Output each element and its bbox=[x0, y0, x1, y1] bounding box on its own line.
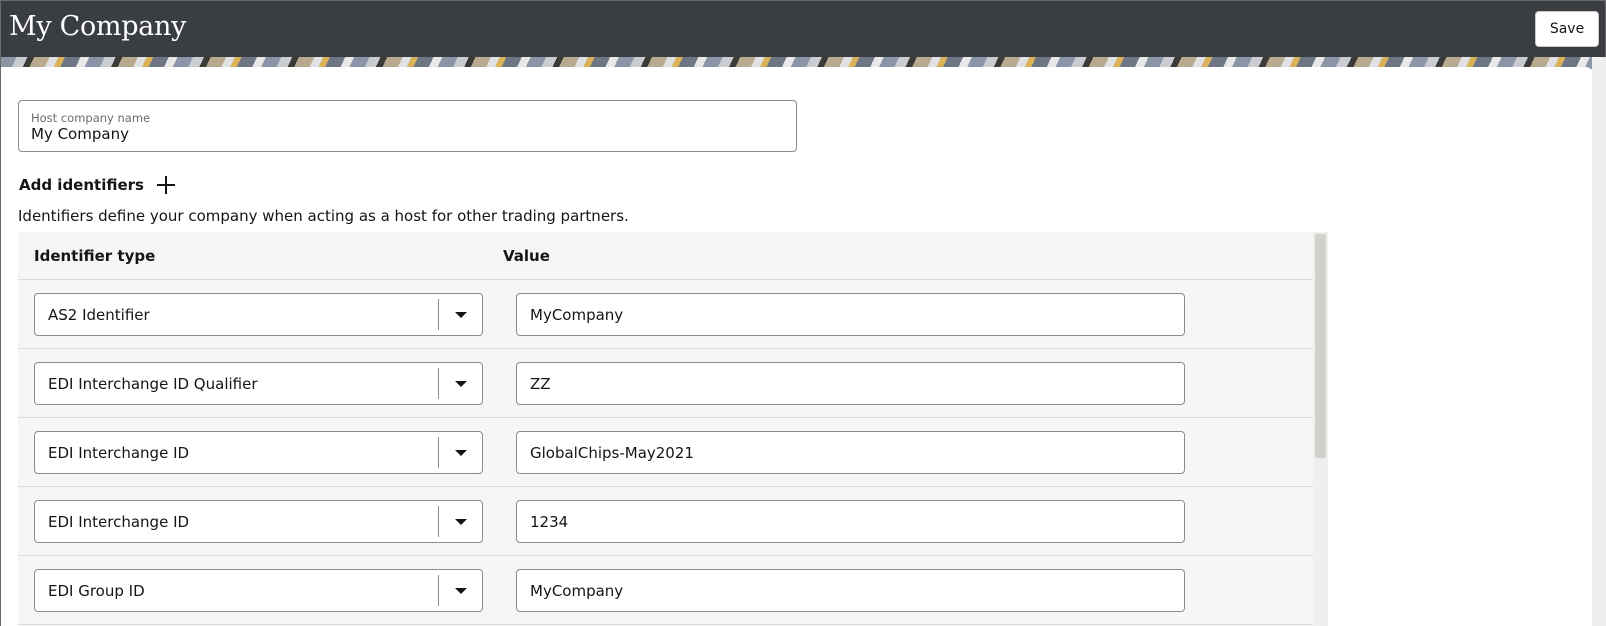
chevron-down-icon[interactable] bbox=[455, 312, 467, 318]
identifier-value-input[interactable]: GlobalChips-May2021 bbox=[516, 431, 1185, 474]
table-row: EDI Interchange ID 1234 bbox=[18, 487, 1313, 556]
identifier-value-text: MyCompany bbox=[530, 306, 624, 324]
identifier-type-value: EDI Group ID bbox=[48, 582, 145, 600]
identifiers-table: Identifier type Value AS2 Identifier MyC… bbox=[18, 232, 1328, 626]
app-header: My Company Save bbox=[1, 1, 1605, 57]
add-identifiers-row: Add identifiers bbox=[19, 173, 176, 197]
table-row: AS2 Identifier MyCompany bbox=[18, 280, 1313, 349]
identifier-type-select[interactable]: EDI Interchange ID bbox=[34, 500, 483, 543]
identifiers-description: Identifiers define your company when act… bbox=[18, 207, 629, 225]
table-row: EDI Interchange ID Qualifier ZZ bbox=[18, 349, 1313, 418]
identifier-type-value: EDI Interchange ID bbox=[48, 513, 190, 531]
table-header: Identifier type Value bbox=[18, 232, 1313, 280]
host-company-name-field[interactable]: Host company name My Company bbox=[18, 100, 797, 152]
identifier-value-text: 1234 bbox=[530, 513, 569, 531]
identifier-value-input[interactable]: 1234 bbox=[516, 500, 1185, 543]
select-divider bbox=[438, 575, 439, 606]
chevron-down-icon[interactable] bbox=[455, 381, 467, 387]
identifier-type-select[interactable]: EDI Group ID bbox=[34, 569, 483, 612]
identifier-value-input[interactable]: MyCompany bbox=[516, 569, 1185, 612]
identifier-value-text: MyCompany bbox=[530, 582, 624, 600]
add-identifiers-label: Add identifiers bbox=[19, 176, 144, 194]
identifier-value-input[interactable]: MyCompany bbox=[516, 293, 1185, 336]
identifier-type-value: EDI Interchange ID bbox=[48, 444, 190, 462]
identifier-type-value: EDI Interchange ID Qualifier bbox=[48, 375, 258, 393]
column-header-identifier-type: Identifier type bbox=[34, 247, 156, 265]
identifier-type-select[interactable]: EDI Interchange ID bbox=[34, 431, 483, 474]
table-row: EDI Interchange ID GlobalChips-May2021 bbox=[18, 418, 1313, 487]
select-divider bbox=[438, 437, 439, 468]
select-divider bbox=[438, 299, 439, 330]
save-button[interactable]: Save bbox=[1535, 11, 1599, 47]
table-row: EDI Group ID MyCompany bbox=[18, 556, 1313, 625]
page-gutter bbox=[1592, 57, 1606, 626]
column-header-value: Value bbox=[503, 247, 550, 265]
identifier-value-input[interactable]: ZZ bbox=[516, 362, 1185, 405]
table-scrollbar[interactable] bbox=[1313, 232, 1328, 626]
chevron-down-icon[interactable] bbox=[455, 450, 467, 456]
host-company-name-label: Host company name bbox=[31, 111, 151, 125]
identifier-value-text: GlobalChips-May2021 bbox=[530, 444, 694, 462]
add-icon[interactable] bbox=[156, 175, 176, 195]
identifier-type-value: AS2 Identifier bbox=[48, 306, 150, 324]
identifier-type-select[interactable]: AS2 Identifier bbox=[34, 293, 483, 336]
chevron-down-icon[interactable] bbox=[455, 519, 467, 525]
chevron-down-icon[interactable] bbox=[455, 588, 467, 594]
scrollbar-thumb[interactable] bbox=[1315, 234, 1326, 458]
host-company-name-value[interactable]: My Company bbox=[31, 125, 129, 143]
select-divider bbox=[438, 368, 439, 399]
select-divider bbox=[438, 506, 439, 537]
identifier-value-text: ZZ bbox=[530, 375, 551, 393]
page-title: My Company bbox=[9, 11, 187, 42]
identifier-type-select[interactable]: EDI Interchange ID Qualifier bbox=[34, 362, 483, 405]
